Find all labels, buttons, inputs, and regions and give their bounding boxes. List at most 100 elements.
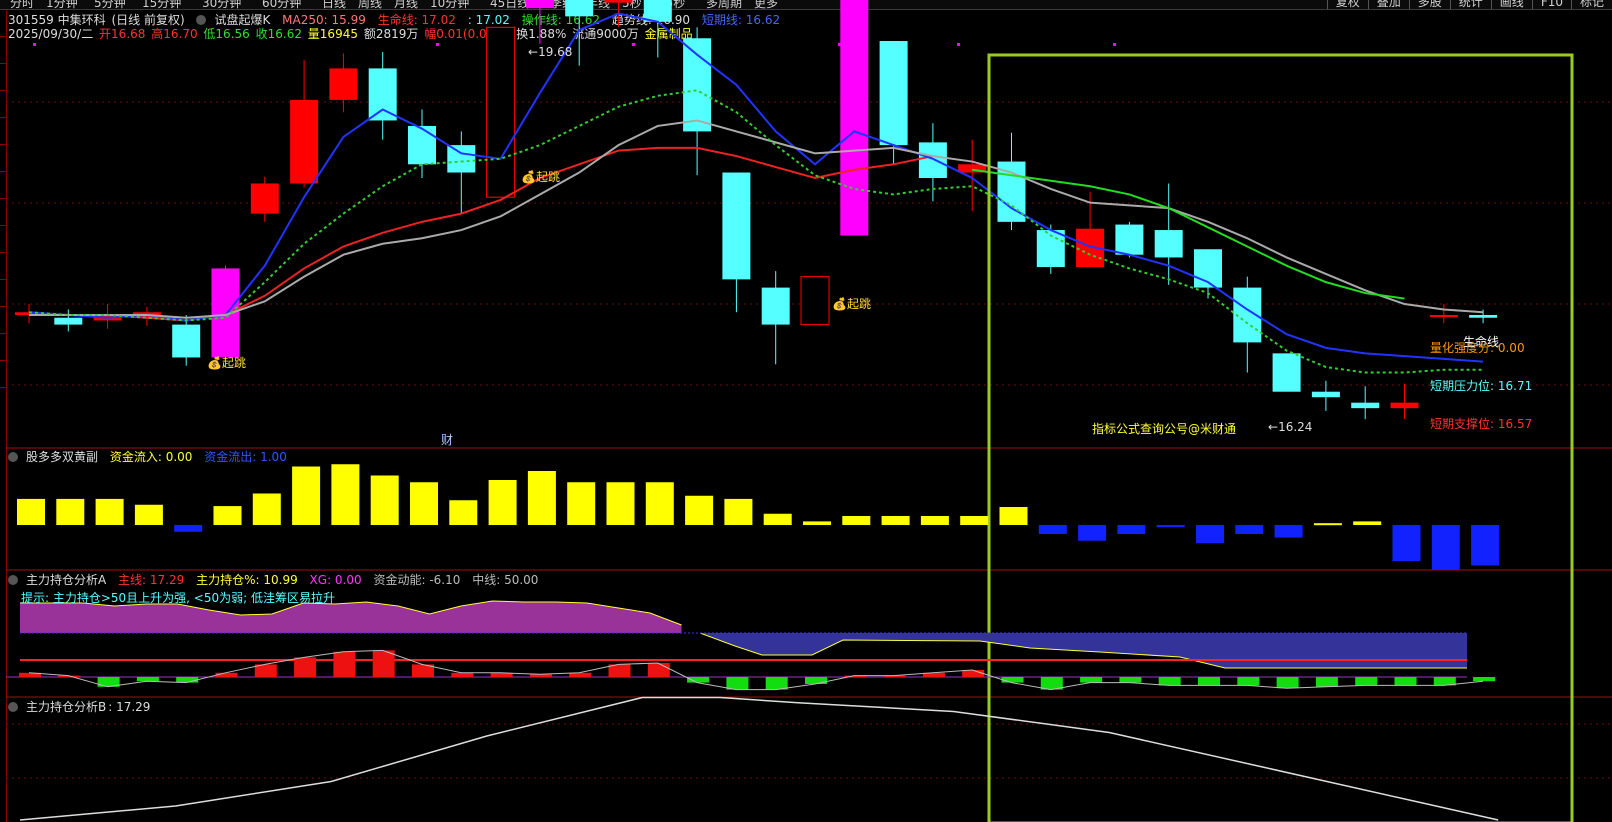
panel1-bar: [685, 495, 714, 525]
panel1-bar: [1196, 525, 1224, 543]
panel2-bar: [1473, 677, 1496, 682]
panel2-bar: [1001, 677, 1024, 683]
panel1-bar: [292, 466, 321, 525]
candle-body: [918, 142, 947, 178]
panel2-main-line: 主线: 17.29: [118, 573, 185, 587]
panel1-bar: [1117, 525, 1146, 534]
candle-body: [879, 41, 908, 146]
panel2-bar: [726, 677, 749, 690]
panel1-bar: [1274, 525, 1303, 538]
short-pressure-label: 短期压力位: 16.71: [1430, 379, 1533, 393]
panel1-bar: [1392, 525, 1421, 561]
candle-body: [722, 172, 751, 280]
candle-body: [565, 0, 594, 17]
panel2-bar: [176, 677, 199, 683]
candle-body: [172, 324, 201, 358]
panel2-bar: [451, 672, 474, 677]
moneybag-icon: 💰: [832, 297, 847, 311]
panel2-bar: [1198, 677, 1220, 686]
panel1-bar: [1156, 525, 1185, 528]
panel1-bar: [56, 498, 85, 525]
moneybag-icon: 💰: [207, 356, 222, 370]
panel2-bar: [765, 677, 788, 690]
candle-body: [250, 183, 279, 214]
panel2-bar: [1158, 677, 1181, 686]
candle-body: [525, 0, 554, 9]
panel2-bar: [294, 657, 317, 677]
panel2-menu-icon[interactable]: [8, 575, 18, 585]
panel1-bar: [1313, 523, 1342, 526]
panel1-bar: [213, 506, 242, 525]
panel1-outflow: 资金流出: 1.00: [204, 450, 287, 464]
candle-body: [840, 0, 869, 236]
panel1-bar: [645, 482, 674, 525]
panel2-bar: [1119, 677, 1142, 683]
candle-body: [683, 38, 712, 132]
short-dashed-series: [28, 89, 1484, 374]
panel2-bar: [1315, 677, 1338, 687]
panel2-momentum: 资金动能: -6.10: [373, 573, 461, 587]
panel1-bar: [331, 464, 360, 525]
panel1-bar: [370, 475, 399, 525]
panel2-bar: [372, 650, 395, 677]
highlight-box: [987, 53, 1574, 822]
candle-body: [800, 276, 830, 326]
panel1-bar: [174, 525, 203, 532]
panel1-bar: [842, 516, 871, 525]
panel2-hold-pct: 主力持仓%: 10.99: [196, 573, 298, 587]
panel1-bar: [724, 498, 753, 525]
panel1-bar: [881, 516, 910, 525]
candle-body: [211, 268, 240, 358]
panel3-name[interactable]: 主力持仓分析B: [26, 700, 106, 714]
short-support-label: 短期支撑位: 16.57: [1430, 417, 1533, 431]
top-dot: [632, 43, 635, 46]
panel1-bar: [1078, 525, 1107, 541]
operate-series: [28, 12, 1484, 363]
panel1-header: 股多多双黄副 资金流入: 0.00 资金流出: 1.00: [8, 448, 295, 465]
panel3-value: : 17.29: [108, 700, 151, 714]
top-dot: [436, 43, 439, 46]
panel1-bar: [606, 482, 635, 525]
candle-body: [447, 145, 476, 173]
candle-body: [1429, 315, 1458, 317]
panel1-bar: [134, 504, 163, 525]
panel3-menu-icon[interactable]: [8, 702, 18, 712]
candle-body: [54, 317, 83, 325]
candle-body: [643, 0, 672, 22]
panel2-area-bottom: [700, 633, 1467, 668]
panel2-xg: XG: 0.00: [309, 573, 362, 587]
panel2-bar: [962, 670, 985, 677]
panel1-bar: [1353, 521, 1382, 525]
panel2-bar: [805, 677, 827, 684]
candle-body: [761, 287, 790, 325]
signal-label-2: 💰起跳: [207, 356, 246, 370]
high-marker-label: ←19.68: [528, 45, 573, 59]
panel2-bar: [333, 651, 356, 677]
panel2-bar: [1355, 677, 1378, 686]
panel2-mid-line: 中线: 50.00: [472, 573, 539, 587]
panel1-bar: [1038, 525, 1067, 534]
panel1-bar: [252, 493, 281, 525]
signal-label-1: 💰起跳: [521, 170, 560, 184]
panel1-menu-icon[interactable]: [8, 452, 18, 462]
candle-body: [329, 68, 358, 100]
top-dot: [33, 43, 36, 46]
candle-body: [486, 26, 516, 198]
panel1-bar: [449, 500, 478, 525]
panel2-bar: [136, 677, 159, 682]
panel2-name[interactable]: 主力持仓分析A: [26, 573, 106, 587]
candle-body: [1390, 402, 1419, 409]
panel1-bar: [410, 482, 438, 525]
kline-chart[interactable]: [0, 0, 1612, 822]
panel1-bar: [17, 498, 45, 525]
top-dot: [1113, 43, 1116, 46]
quant-strength-label: 量化强度分: 0.00: [1430, 341, 1525, 355]
cai-label: 财: [441, 433, 454, 447]
panel1-bar: [567, 482, 596, 525]
panel1-name[interactable]: 股多多双黄副: [26, 450, 98, 464]
candle-body: [1311, 391, 1340, 398]
panel3-line: [19, 696, 1499, 821]
signal-label-3: 💰起跳: [832, 297, 871, 311]
candle-body: [290, 99, 319, 184]
panel1-bar: [920, 516, 949, 525]
